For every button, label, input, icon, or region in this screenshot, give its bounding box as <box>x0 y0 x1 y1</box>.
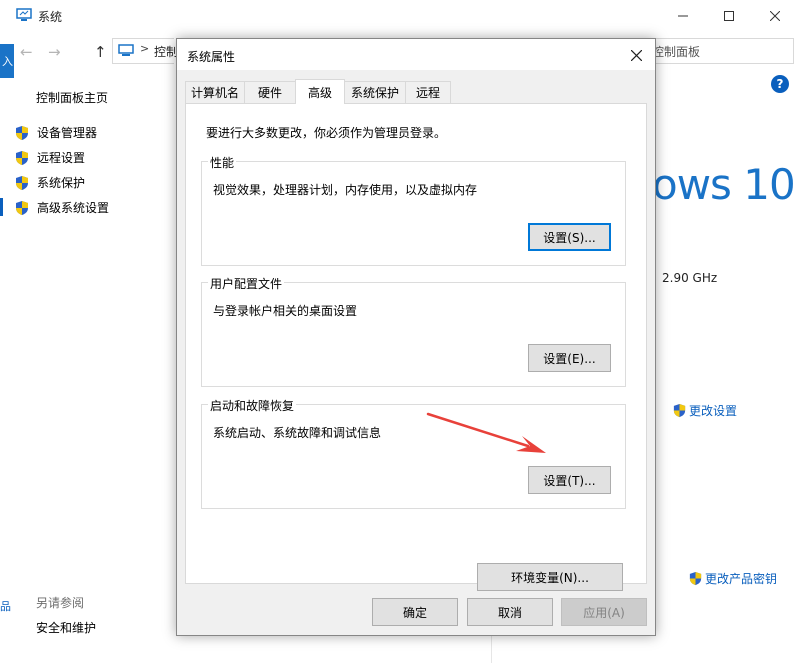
change-product-key-link[interactable]: 更改产品密钥 <box>688 570 777 587</box>
chevron-right-icon: > <box>140 42 150 55</box>
dialog-close-button[interactable] <box>621 43 651 67</box>
minimize-icon <box>678 15 688 17</box>
startup-recovery-description: 系统启动、系统故障和调试信息 <box>213 426 382 440</box>
user-profiles-description: 与登录帐户相关的桌面设置 <box>213 304 358 318</box>
close-window-button[interactable] <box>752 0 798 32</box>
maximize-button[interactable] <box>706 0 752 32</box>
shield-icon <box>673 403 686 418</box>
environment-variables-button[interactable]: 环境变量(N)... <box>477 563 623 591</box>
tab-advanced[interactable]: 高级 <box>295 79 345 104</box>
help-icon[interactable]: ? <box>771 75 789 93</box>
left-item-label: 高级系统设置 <box>37 201 110 215</box>
device-manager-link[interactable]: 设备管理器 <box>14 124 97 141</box>
user-profiles-settings-button[interactable]: 设置(E)... <box>528 344 611 372</box>
computer-icon <box>16 8 32 21</box>
admin-note: 要进行大多数更改，你必须作为管理员登录。 <box>206 126 447 140</box>
tab-remote[interactable]: 远程 <box>405 81 451 103</box>
startup-recovery-settings-button[interactable]: 设置(T)... <box>528 466 611 494</box>
dialog-title: 系统属性 <box>187 50 236 64</box>
change-settings-link[interactable]: 更改设置 <box>672 402 737 419</box>
advanced-tab-page: 要进行大多数更改，你必须作为管理员登录。 性能 视觉效果，处理器计划，内存使用，… <box>185 103 647 591</box>
close-icon <box>770 11 780 21</box>
cancel-button[interactable]: 取消 <box>467 598 553 626</box>
divider <box>491 632 492 663</box>
windows-10-logo-text: ows 10 <box>652 160 796 209</box>
cpu-speed-text: 2.90 GHz <box>662 271 718 285</box>
remote-settings-link[interactable]: 远程设置 <box>14 149 85 166</box>
change-product-key-label: 更改产品密钥 <box>705 572 778 586</box>
tab-strip: 计算机名 硬件 高级 系统保护 远程 <box>185 79 649 104</box>
startup-recovery-label: 启动和故障恢复 <box>208 397 297 414</box>
left-cut-text: 品 <box>0 600 11 613</box>
left-item-label: 远程设置 <box>37 151 86 165</box>
address-text: 控制 <box>154 45 179 59</box>
shield-icon <box>689 571 702 586</box>
performance-group: 性能 视觉效果，处理器计划，内存使用，以及虚拟内存 设置(S)... <box>201 154 626 266</box>
apply-button[interactable]: 应用(A) <box>561 598 647 626</box>
user-profiles-label: 用户配置文件 <box>208 275 285 292</box>
performance-description: 视觉效果，处理器计划，内存使用，以及虚拟内存 <box>213 183 478 197</box>
system-properties-dialog: 系统属性 计算机名 硬件 高级 系统保护 远程 要进行大多数更改，你必须作为管理… <box>176 38 656 636</box>
left-item-label: 系统保护 <box>37 176 86 190</box>
system-window-titlebar: 系统 <box>8 0 806 32</box>
selection-indicator <box>0 198 3 216</box>
close-icon <box>630 49 642 61</box>
search-placeholder: 控制面板 <box>652 45 701 59</box>
startup-recovery-group: 启动和故障恢复 系统启动、系统故障和调试信息 设置(T)... <box>201 397 626 509</box>
back-arrow-icon[interactable]: ← <box>20 43 33 61</box>
left-item-label: 设备管理器 <box>37 126 98 140</box>
maximize-icon <box>724 11 734 21</box>
tab-computer-name[interactable]: 计算机名 <box>185 81 245 103</box>
computer-icon <box>118 44 134 56</box>
shield-icon <box>16 125 28 140</box>
change-settings-label: 更改设置 <box>689 404 738 418</box>
advanced-system-settings-link[interactable]: 高级系统设置 <box>14 199 109 216</box>
up-arrow-icon[interactable]: ↑ <box>94 43 107 61</box>
dialog-titlebar: 系统属性 <box>177 39 655 70</box>
security-maintenance-link[interactable]: 安全和维护 <box>36 619 96 636</box>
minimize-button[interactable] <box>660 0 706 32</box>
left-edge-glyph: 入 <box>2 55 13 68</box>
performance-settings-button[interactable]: 设置(S)... <box>528 223 611 251</box>
left-edge-tab: 入 <box>0 44 14 78</box>
shield-icon <box>16 150 28 165</box>
see-also-heading: 另请参阅 <box>36 596 85 610</box>
forward-arrow-icon[interactable]: → <box>48 43 61 61</box>
ok-button[interactable]: 确定 <box>372 598 458 626</box>
performance-label: 性能 <box>208 154 237 171</box>
user-profiles-group: 用户配置文件 与登录帐户相关的桌面设置 设置(E)... <box>201 275 626 387</box>
tab-system-protection[interactable]: 系统保护 <box>344 81 406 103</box>
shield-icon <box>16 175 28 190</box>
system-protection-link[interactable]: 系统保护 <box>14 174 85 191</box>
tab-hardware[interactable]: 硬件 <box>244 81 296 103</box>
system-window-title: 系统 <box>38 10 63 24</box>
shield-icon <box>16 200 28 215</box>
control-panel-home-link[interactable]: 控制面板主页 <box>36 89 108 106</box>
